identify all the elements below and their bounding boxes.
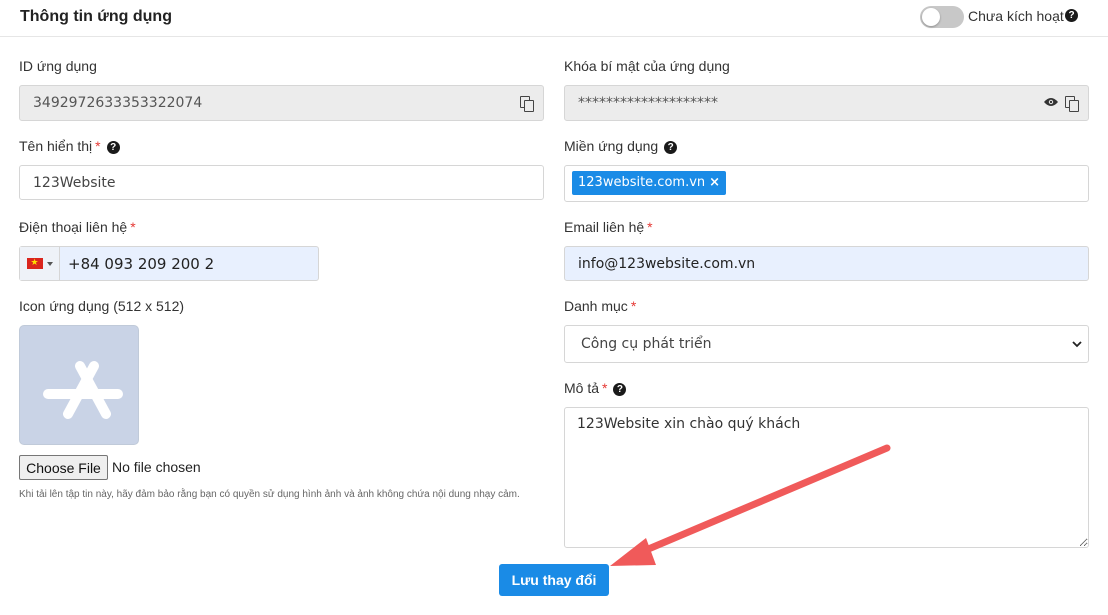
app-store-icon (43, 361, 123, 419)
secret-key-value: ******************** (578, 95, 718, 111)
upload-hint: Khi tải lên tập tin này, hãy đảm bảo rằn… (19, 489, 520, 500)
chevron-down-icon (46, 261, 53, 266)
remove-tag-icon[interactable]: × (709, 175, 720, 190)
copy-icon[interactable] (520, 96, 534, 112)
app-icon-preview (19, 325, 139, 445)
email-value: info@123website.com.vn (578, 255, 756, 272)
description-textarea[interactable]: 123Website xin chào quý khách (564, 407, 1089, 548)
display-name-input[interactable]: 123Website (19, 165, 544, 200)
phone-label: Điện thoại liên hệ * (19, 219, 136, 235)
category-select[interactable]: Công cụ phát triển (564, 325, 1089, 363)
required-mark: * (95, 138, 101, 154)
app-id-value: 3492972633353322074 (33, 95, 203, 111)
secret-key-field: ******************** (564, 85, 1089, 121)
activation-toggle[interactable] (920, 6, 964, 28)
file-status: No file chosen (112, 459, 201, 475)
display-name-value: 123Website (33, 174, 116, 191)
choose-file-button[interactable]: Choose File (19, 455, 108, 480)
toggle-knob (922, 8, 940, 26)
copy-icon[interactable] (1065, 96, 1079, 112)
app-icon-label: Icon ứng dụng (512 x 512) (19, 298, 185, 314)
required-mark: * (630, 298, 637, 314)
secret-key-label: Khóa bí mật của ứng dụng (564, 58, 730, 74)
eye-icon[interactable] (1044, 97, 1058, 107)
domain-tag: 123website.com.vn × (572, 171, 727, 195)
required-mark: * (602, 380, 608, 396)
display-name-label: Tên hiển thị *? (19, 138, 120, 154)
app-domain-input[interactable]: 123website.com.vn × (564, 165, 1089, 202)
description-label: Mô tả *? (564, 380, 627, 396)
app-id-label: ID ứng dụng (19, 58, 97, 74)
chevron-down-icon (1072, 341, 1082, 348)
required-mark: * (647, 219, 653, 235)
category-label: Danh mục * (564, 298, 637, 314)
save-changes-button[interactable]: Lưu thay đổi (499, 564, 609, 596)
email-input[interactable]: info@123website.com.vn (564, 246, 1089, 281)
app-id-field: 3492972633353322074 (19, 85, 544, 121)
phone-input[interactable]: ★ +84 093 209 200 2 (19, 246, 319, 281)
country-code-selector[interactable]: ★ (20, 247, 60, 280)
help-icon[interactable]: ? (613, 383, 627, 396)
page-title: Thông tin ứng dụng (20, 8, 172, 25)
help-icon[interactable]: ? (1065, 9, 1078, 22)
panel-header: Thông tin ứng dụng Chưa kích hoạt ? (0, 0, 1108, 37)
required-mark: * (130, 219, 136, 235)
help-icon[interactable]: ? (664, 141, 678, 154)
category-selected-value: Công cụ phát triển (581, 336, 712, 352)
help-icon[interactable]: ? (106, 141, 120, 154)
phone-value: +84 093 209 200 2 (68, 254, 215, 273)
activation-status-label: Chưa kích hoạt (968, 8, 1064, 24)
vietnam-flag-icon: ★ (26, 258, 43, 269)
email-label: Email liên hệ * (564, 219, 653, 235)
app-domain-label: Miền ứng dụng? (564, 138, 678, 154)
